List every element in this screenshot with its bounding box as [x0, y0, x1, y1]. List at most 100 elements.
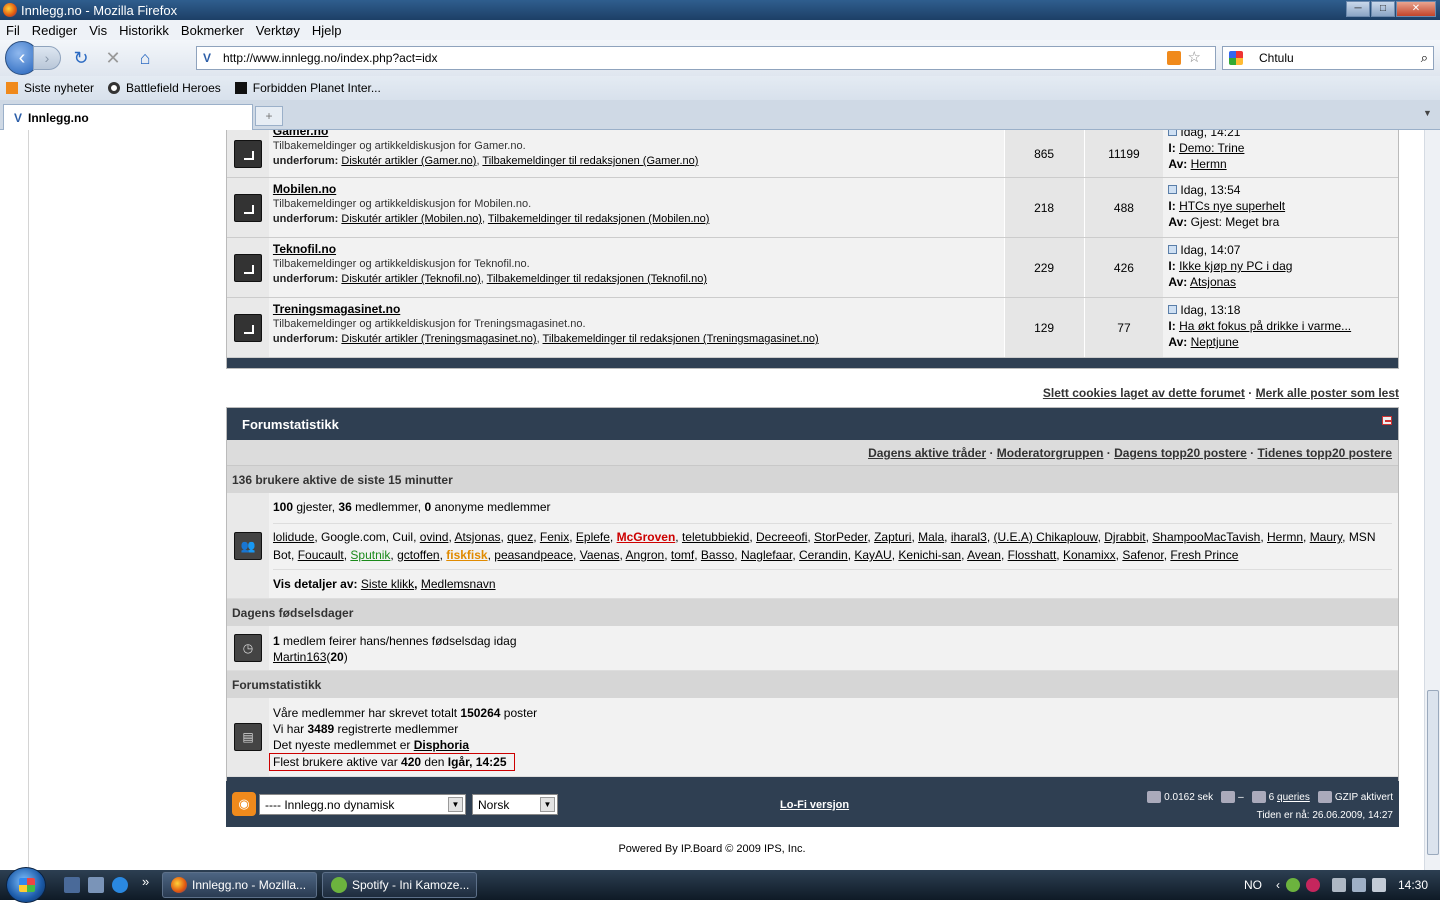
active-user-link[interactable]: Hermn — [1267, 530, 1303, 544]
url-text[interactable]: http://www.innlegg.no/index.php?act=idx — [223, 51, 437, 65]
active-user-link[interactable]: Decreeofi — [756, 530, 807, 544]
chevron-down-icon[interactable]: ▼ — [540, 797, 555, 812]
moderator-group-link[interactable]: Moderatorgruppen — [997, 446, 1104, 460]
active-user-link[interactable]: Basso — [701, 548, 734, 562]
subforum-link[interactable]: Diskutér artikler (Mobilen.no) — [341, 213, 482, 225]
task-firefox[interactable]: Innlegg.no - Mozilla... — [162, 872, 317, 898]
forum-title[interactable]: Gamer.no — [273, 130, 1000, 139]
active-user-link[interactable]: gctoffen — [397, 548, 439, 562]
active-user-link[interactable]: Avean — [967, 548, 1001, 562]
active-user-link[interactable]: ShampooMacTavish — [1152, 530, 1260, 544]
maximize-button[interactable]: □ — [1371, 1, 1395, 17]
subforum-link[interactable]: Diskutér artikler (Treningsmagasinet.no) — [341, 333, 536, 345]
bookmark-forbidden-planet[interactable]: Forbidden Planet Inter... — [234, 81, 381, 95]
minimize-button[interactable]: ─ — [1346, 1, 1370, 17]
last-click-link[interactable]: Siste klikk — [361, 577, 414, 591]
last-user-link[interactable]: Neptjune — [1191, 335, 1239, 349]
menu-vis[interactable]: Vis — [83, 23, 113, 38]
active-user-link[interactable]: McGroven — [617, 530, 676, 544]
network-icon[interactable] — [1351, 878, 1366, 892]
search-icon[interactable]: ⌕ — [1421, 50, 1428, 66]
tray-app-icon[interactable] — [1305, 878, 1320, 892]
active-user-link[interactable]: Eplefe — [576, 530, 610, 544]
active-user-link[interactable]: Vaenas — [580, 548, 620, 562]
new-tab-button[interactable]: + — [255, 106, 283, 126]
menu-rediger[interactable]: Rediger — [26, 23, 84, 38]
active-user-link[interactable]: Fenix — [540, 530, 569, 544]
active-user-link[interactable]: Naglefaar — [741, 548, 792, 562]
queries-link[interactable]: queries — [1277, 792, 1310, 803]
last-post-icon[interactable] — [1168, 130, 1178, 136]
active-user-link[interactable]: tomf — [671, 548, 694, 562]
device-icon[interactable] — [1331, 878, 1346, 892]
start-button[interactable] — [6, 867, 46, 903]
url-bar[interactable]: V http://www.innlegg.no/index.php?act=id… — [196, 46, 1216, 70]
last-topic-link[interactable]: HTCs nye superhelt — [1179, 199, 1285, 213]
active-user-link[interactable]: Safenor — [1122, 548, 1163, 562]
active-user-link[interactable]: Cerandin — [799, 548, 848, 562]
last-post-icon[interactable] — [1168, 245, 1178, 254]
last-post-icon[interactable] — [1168, 305, 1178, 314]
active-user-link[interactable]: teletubbiekid — [682, 530, 749, 544]
last-user-link[interactable]: Atsjonas — [1190, 275, 1236, 289]
clock[interactable]: 14:30 — [1398, 878, 1428, 892]
birthday-user-link[interactable]: Martin163 — [273, 650, 326, 664]
subforum-link[interactable]: Tilbakemeldinger til redaksjonen (Mobile… — [488, 213, 710, 225]
bookmark-battlefield-heroes[interactable]: Battlefield Heroes — [108, 81, 221, 95]
subforum-link[interactable]: Tilbakemeldinger til redaksjonen (Trenin… — [543, 333, 819, 345]
scrollbar-thumb[interactable] — [1427, 690, 1439, 855]
active-user-link[interactable]: Mala — [918, 530, 944, 544]
show-desktop-icon[interactable] — [64, 877, 80, 893]
tray-expand-chevron-icon[interactable]: ‹ — [1276, 878, 1280, 892]
active-user-link[interactable]: StorPeder — [814, 530, 867, 544]
home-button[interactable]: ⌂ — [133, 46, 157, 70]
menu-historikk[interactable]: Historikk — [113, 23, 175, 38]
reload-button[interactable]: ↻ — [69, 46, 93, 70]
subforum-link[interactable]: Tilbakemeldinger til redaksjonen (Gamer.… — [482, 155, 698, 167]
spotify-tray-icon[interactable] — [1285, 878, 1300, 892]
subforum-link[interactable]: Diskutér artikler (Teknofil.no) — [341, 273, 480, 285]
todays-top20-link[interactable]: Dagens topp20 postere — [1114, 446, 1247, 460]
todays-active-topics-link[interactable]: Dagens aktive tråder — [868, 446, 986, 460]
last-topic-link[interactable]: Ikke kjøp ny PC i dag — [1179, 259, 1292, 273]
quicklaunch-chevron-icon[interactable]: » — [142, 874, 149, 889]
active-user-link[interactable]: fiskfisk — [446, 548, 487, 562]
menu-hjelp[interactable]: Hjelp — [306, 23, 348, 38]
active-user-link[interactable]: Fresh Prince — [1170, 548, 1238, 562]
menu-verktoy[interactable]: Verktøy — [250, 23, 306, 38]
tab-list-chevron-icon[interactable]: ▼ — [1423, 108, 1437, 122]
forward-button[interactable]: › — [33, 46, 61, 70]
active-user-link[interactable]: (U.E.A) Chikaplouw — [994, 530, 1098, 544]
active-user-link[interactable]: iharal3 — [951, 530, 987, 544]
last-post-icon[interactable] — [1168, 185, 1178, 194]
active-user-link[interactable]: KayAU — [854, 548, 891, 562]
internet-explorer-icon[interactable] — [112, 877, 128, 893]
active-user-link[interactable]: Zapturi — [874, 530, 911, 544]
menu-fil[interactable]: Fil — [0, 23, 26, 38]
subforum-link[interactable]: Tilbakemeldinger til redaksjonen (Teknof… — [487, 273, 707, 285]
forum-title[interactable]: Teknofil.no — [273, 242, 1000, 257]
chevron-down-icon[interactable]: ▼ — [448, 797, 463, 812]
member-name-link[interactable]: Medlemsnavn — [421, 577, 496, 591]
last-topic-link[interactable]: Ha økt fokus på drikke i varme... — [1179, 319, 1351, 333]
rss-icon[interactable]: ◉ — [232, 792, 256, 816]
active-user-link[interactable]: Sputnik — [350, 548, 390, 562]
active-user-link[interactable]: Foucault — [298, 548, 344, 562]
last-topic-link[interactable]: Demo: Trine — [1179, 141, 1244, 155]
vertical-scrollbar[interactable] — [1424, 130, 1440, 870]
collapse-icon[interactable] — [1382, 416, 1392, 425]
language-select[interactable]: Norsk ▼ — [472, 794, 558, 815]
active-user-link[interactable]: Kenichi-san — [898, 548, 961, 562]
active-user-link[interactable]: Konamixx — [1063, 548, 1116, 562]
subforum-link[interactable]: Diskutér artikler (Gamer.no) — [341, 155, 476, 167]
bookmark-star-icon[interactable]: ☆ — [1188, 48, 1201, 66]
lofi-link[interactable]: Lo-Fi versjon — [780, 799, 849, 811]
google-icon[interactable] — [1229, 51, 1243, 65]
skin-select[interactable]: ---- Innlegg.no dynamisk ▼ — [259, 794, 466, 815]
active-user-link[interactable]: lolidude — [273, 530, 314, 544]
search-input[interactable] — [1259, 51, 1409, 65]
language-indicator[interactable]: NO — [1244, 878, 1262, 892]
active-user-link[interactable]: Atsjonas — [454, 530, 500, 544]
active-user-link[interactable]: Angron — [626, 548, 665, 562]
stop-button[interactable]: ✕ — [101, 46, 125, 70]
